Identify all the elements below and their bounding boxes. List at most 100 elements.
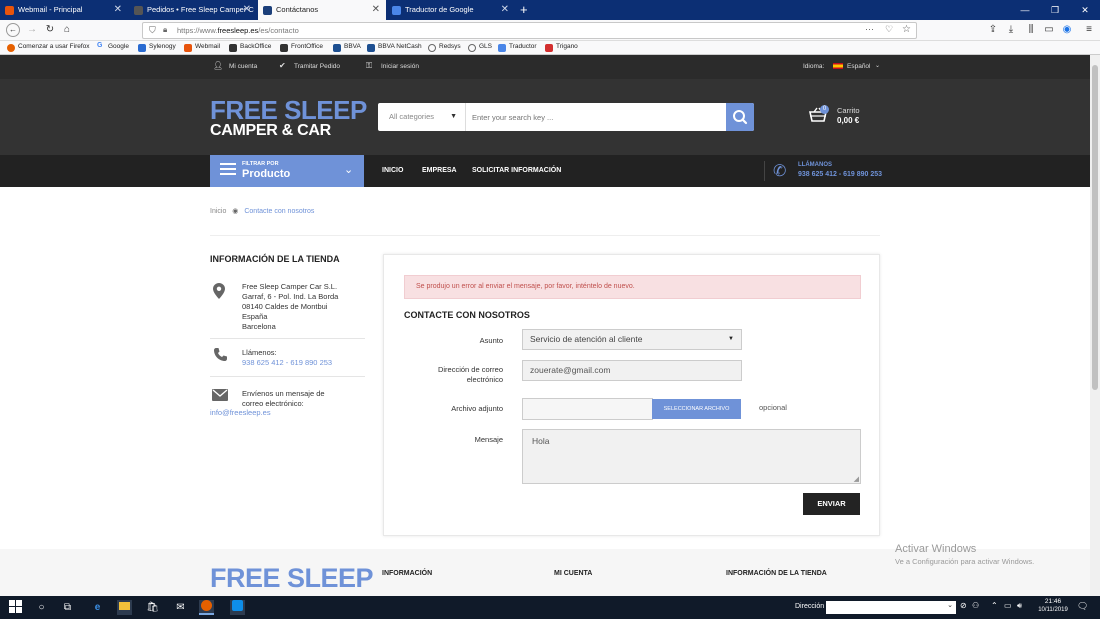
windows-start-icon[interactable] — [8, 600, 23, 615]
envelope-icon — [212, 389, 228, 403]
resize-handle-icon[interactable]: ◢ — [854, 475, 859, 483]
main-menu-bar: FILTRAR POR Producto ⌄ INICIO EMPRESA SO… — [0, 155, 1090, 187]
tab-contactanos[interactable]: Contáctanos ✕ — [258, 0, 386, 20]
email-field[interactable]: zouerate@gmail.com — [522, 360, 742, 381]
firefox-taskbar-icon[interactable] — [199, 600, 214, 615]
logo-subtitle[interactable]: CAMPER & CAR — [210, 122, 331, 140]
address-line: 08140 Caldes de Montbui — [242, 302, 328, 311]
language-selector[interactable]: Español — [847, 63, 871, 70]
scrollbar-thumb[interactable] — [1092, 65, 1098, 390]
bookmark-label: FrontOffice — [291, 43, 324, 50]
bookmark-google[interactable]: G Google — [97, 42, 129, 50]
store-phone-link[interactable]: 938 625 412 - 619 890 253 — [242, 358, 332, 368]
subject-select[interactable]: Servicio de atención al cliente ▼ — [522, 329, 742, 350]
bookmark-star-icon[interactable]: ☆ — [902, 24, 911, 35]
search-button[interactable] — [726, 103, 754, 131]
clock-time[interactable]: 21:46 — [1036, 598, 1070, 605]
chevron-down-icon[interactable]: ⌄ — [947, 601, 953, 609]
tab-traductor[interactable]: Traductor de Google ✕ — [387, 0, 515, 20]
search-input[interactable] — [472, 103, 722, 131]
store-email-link[interactable]: info@freesleep.es — [210, 408, 271, 417]
close-tab-icon[interactable]: ✕ — [114, 0, 122, 20]
minimize-window-icon[interactable]: — — [1010, 0, 1040, 20]
volume-icon[interactable]: 🔊︎ — [1017, 601, 1022, 611]
pocket-icon[interactable]: ♡ — [885, 24, 893, 35]
bookmark-trigano[interactable]: Trigano — [545, 43, 578, 52]
bookmark-label: Traductor — [509, 43, 537, 50]
bookmark-bbva-netcash[interactable]: BBVA NetCash — [367, 43, 422, 52]
bookmark-backoffice[interactable]: BackOffice — [229, 43, 271, 52]
store-icon[interactable]: 🛍︎ — [145, 600, 160, 615]
tab-pedidos[interactable]: Pedidos • Free Sleep Camper C ✕ — [129, 0, 257, 20]
close-window-icon[interactable]: ✕ — [1070, 0, 1100, 20]
bookmark-comenzar[interactable]: Comenzar a usar Firefox — [7, 43, 90, 52]
more-actions-icon[interactable]: ··· — [865, 24, 874, 34]
process-order-link[interactable]: Tramitar Pedido — [294, 63, 340, 70]
home-icon[interactable]: ⌂ — [60, 23, 74, 37]
message-textarea[interactable]: Hola ◢ — [522, 429, 861, 484]
chevron-up-icon[interactable]: ⌃ — [991, 601, 998, 610]
go-arrow-icon[interactable]: ⊘ — [960, 601, 967, 610]
menu-item-solicitar-informacion[interactable]: SOLICITAR INFORMACIÓN — [472, 167, 561, 174]
category-value: All categories — [389, 112, 435, 121]
bookmark-bbva[interactable]: BBVA — [333, 43, 361, 52]
library-icon[interactable]: ⫼ — [1024, 23, 1038, 37]
tab-webmail[interactable]: Webmail - Principal ✕ — [0, 0, 128, 20]
attachment-field[interactable] — [522, 398, 653, 420]
file-explorer-icon[interactable] — [117, 600, 132, 615]
bookmark-label: Trigano — [556, 43, 578, 50]
notification-icon[interactable]: 🗨︎ — [1077, 601, 1088, 612]
bookmark-label: Redsys — [439, 43, 461, 50]
address-toolbar-input[interactable]: ⌄ — [826, 601, 956, 614]
bookmark-gls[interactable]: GLS — [468, 43, 492, 52]
bookmark-webmail[interactable]: Webmail — [184, 43, 220, 52]
search-icon — [733, 110, 748, 125]
menu-item-empresa[interactable]: EMPRESA — [422, 167, 457, 174]
screenshot-icon[interactable]: ⇪ — [986, 23, 1000, 37]
page-scrollbar[interactable] — [1090, 55, 1100, 596]
network-icon[interactable]: ▭ — [1004, 601, 1012, 610]
hamburger-menu-icon[interactable]: ≡ — [1082, 23, 1096, 37]
chevron-down-icon[interactable]: ⌄ — [875, 62, 880, 69]
cart-amount: 0,00 € — [837, 116, 860, 125]
url-bar[interactable]: ⛉ 🔒︎ https://www.freesleep.es/es/contact… — [142, 22, 917, 39]
close-tab-icon[interactable]: ✕ — [243, 0, 251, 20]
shield-icon[interactable]: ⛉ — [149, 25, 156, 36]
task-view-icon[interactable]: ⧉ — [60, 600, 75, 615]
breadcrumb-current[interactable]: Contacte con nosotros — [244, 208, 314, 215]
restore-window-icon[interactable]: ❐ — [1040, 0, 1070, 20]
menu-item-inicio[interactable]: INICIO — [382, 167, 403, 174]
search-icon[interactable]: ○ — [34, 600, 49, 615]
forward-arrow-icon[interactable]: → — [25, 23, 39, 37]
edge-icon[interactable]: e — [90, 600, 105, 615]
footer-logo[interactable]: FREE SLEEP — [210, 563, 374, 594]
bookmark-traductor[interactable]: Traductor — [498, 43, 537, 52]
breadcrumb-home[interactable]: Inicio — [210, 208, 226, 215]
back-arrow-icon[interactable]: ← — [6, 23, 20, 37]
bookmark-redsys[interactable]: Redsys — [428, 43, 461, 52]
teamviewer-icon[interactable] — [230, 600, 245, 615]
call-phones[interactable]: 938 625 412 - 619 890 253 — [798, 171, 882, 178]
close-tab-icon[interactable]: ✕ — [372, 0, 380, 20]
extension-icon[interactable]: ◉ — [1060, 23, 1074, 37]
lock-icon[interactable]: 🔒︎ — [163, 25, 167, 35]
bookmark-frontoffice[interactable]: FrontOffice — [280, 43, 324, 52]
call-label: Llámenos: — [242, 348, 277, 357]
close-tab-icon[interactable]: ✕ — [501, 0, 509, 20]
people-icon[interactable]: ⚇ — [972, 601, 979, 610]
translate-favicon-icon — [392, 6, 401, 15]
sidebar-icon[interactable]: ▭ — [1042, 23, 1056, 37]
activate-windows-title: Activar Windows — [895, 543, 977, 555]
select-file-button[interactable]: SELECCIONAR ARCHIVO — [652, 399, 741, 419]
login-link[interactable]: Iniciar sesión — [381, 63, 419, 70]
my-account-link[interactable]: Mi cuenta — [229, 63, 257, 70]
reload-icon[interactable]: ↻ — [43, 23, 57, 37]
category-select[interactable]: All categories ▼ — [378, 103, 466, 131]
new-tab-button[interactable]: + — [520, 2, 528, 17]
clock-date[interactable]: 10/11/2019 — [1034, 607, 1072, 613]
download-icon[interactable]: ⤓ — [1004, 23, 1018, 37]
bookmark-sylenogy[interactable]: Sylenogy — [138, 43, 176, 52]
filter-product-dropdown[interactable]: FILTRAR POR Producto ⌄ — [210, 155, 364, 187]
mail-icon[interactable]: ✉ — [173, 600, 188, 615]
send-button[interactable]: ENVIAR — [803, 493, 860, 515]
